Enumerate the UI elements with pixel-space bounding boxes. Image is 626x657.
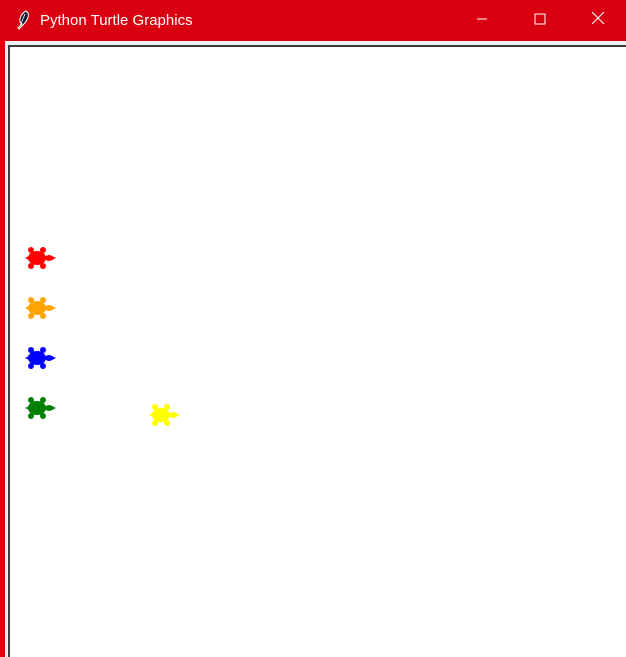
turtle-red: [25, 247, 56, 269]
turtle-green: [25, 397, 56, 419]
turtle-window: Python Turtle Graphics: [0, 0, 626, 657]
title-bar[interactable]: Python Turtle Graphics: [0, 0, 626, 41]
minimize-icon: [476, 12, 488, 30]
turtle-orange: [25, 297, 56, 319]
close-icon: [591, 11, 605, 30]
turtle-yellow: [149, 404, 180, 426]
close-button[interactable]: [569, 0, 626, 41]
turtle-blue: [25, 347, 56, 369]
minimize-button[interactable]: [453, 0, 511, 41]
window-title: Python Turtle Graphics: [40, 12, 193, 29]
turtle-canvas[interactable]: [8, 45, 626, 657]
maximize-button[interactable]: [511, 0, 569, 41]
feather-icon: [14, 10, 32, 30]
maximize-icon: [534, 12, 546, 30]
